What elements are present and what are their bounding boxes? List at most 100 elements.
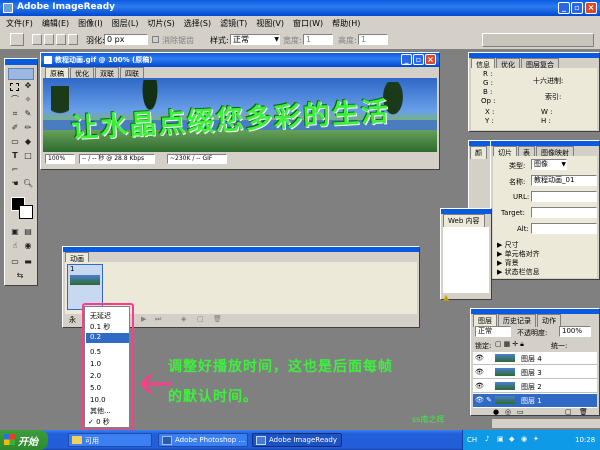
slice-alt-input[interactable]	[531, 223, 597, 234]
taskbar-item-imageready[interactable]: Adobe ImageReady	[252, 433, 342, 447]
canvas-banner[interactable]: 让水晶点缀您多彩的生活	[43, 78, 437, 152]
marquee-tool-icon[interactable]	[10, 83, 19, 91]
menu-file[interactable]: 文件(F)	[6, 19, 33, 28]
tray-icon-security[interactable]: ◆	[509, 435, 514, 443]
layer-row[interactable]: 👁︎ 图层 3	[473, 366, 597, 379]
add-selection-icon[interactable]	[44, 34, 54, 45]
menu-select[interactable]: 选择(S)	[184, 19, 211, 28]
delete-layer-icon[interactable]: 🗑︎	[579, 408, 588, 416]
menu-slice[interactable]: 切片(S)	[147, 19, 174, 28]
doc-maximize-icon[interactable]: ▫	[413, 54, 424, 65]
hand-tool-icon[interactable]: ☚	[10, 179, 20, 189]
intersect-selection-icon[interactable]	[68, 34, 78, 45]
marquee-tool-preset-icon[interactable]	[10, 33, 24, 46]
signature: ss南之辉	[412, 415, 445, 424]
document-title-bar: 教程动画.gif @ 100% (原稿) _ ▫ ×	[41, 53, 439, 67]
height-input[interactable]: 1	[358, 34, 388, 45]
full-screen-icon[interactable]: ▬	[23, 257, 33, 267]
lasso-tool-icon[interactable]: ⌒	[10, 95, 20, 105]
delete-frame-icon[interactable]: 🗑︎	[213, 315, 222, 323]
doc-minimize-icon[interactable]: _	[401, 54, 412, 65]
start-button[interactable]: 开始	[0, 430, 48, 450]
menu-layer[interactable]: 图层(L)	[112, 19, 139, 28]
layer-style-icon[interactable]: ●	[493, 408, 499, 416]
restore-icon[interactable]: ▫	[571, 2, 583, 14]
tray-icon-app[interactable]: ◉	[521, 435, 527, 443]
new-frame-icon[interactable]: ▢	[197, 315, 204, 323]
triangle-right-icon: ▶	[497, 259, 505, 267]
menu-image[interactable]: 图像(I)	[78, 19, 103, 28]
file-size-select[interactable]: ~230K / -- GIF	[167, 154, 227, 164]
tray-icon-network[interactable]: ▣	[497, 435, 504, 443]
zoom-tool-icon[interactable]: 🔍︎	[23, 179, 33, 189]
taskbar-item-photoshop[interactable]: Adobe Photoshop ...	[158, 433, 248, 447]
preview-browser-icon[interactable]: ◉	[23, 241, 33, 251]
move-tool-icon[interactable]: ✥	[23, 81, 33, 91]
toggle-slices-icon[interactable]: ▣	[10, 227, 20, 237]
slice-url-input[interactable]	[531, 191, 597, 202]
slice-target-input[interactable]	[531, 207, 597, 218]
standard-screen-icon[interactable]: ▭	[10, 257, 20, 267]
download-speed-select[interactable]: -- / -- 秒 @ 28.8 Kbps	[79, 154, 155, 164]
slice-tool-icon[interactable]: ✎	[23, 109, 33, 119]
minimize-icon[interactable]: _	[558, 2, 570, 14]
layers-list: 👁︎ 图层 4 👁︎ 图层 3 👁︎ 图层 2 👁︎ ✎ 图层 1	[473, 352, 597, 408]
background-color[interactable]	[19, 205, 33, 219]
subtract-selection-icon[interactable]	[56, 34, 66, 45]
close-icon[interactable]: ×	[585, 2, 597, 14]
tray-icon-misc[interactable]: ✦	[533, 435, 539, 443]
toggle-image-map-icon[interactable]: ▤	[23, 227, 33, 237]
rectangle-tool-icon[interactable]: □	[23, 151, 33, 161]
taskbar-item-folder[interactable]: 可用	[68, 433, 152, 447]
antialias-checkbox[interactable]	[152, 36, 159, 43]
width-input[interactable]: 1	[303, 34, 333, 45]
jump-to-photoshop-icon[interactable]: ⇆	[15, 271, 25, 281]
pencil-tool-icon[interactable]: ✏	[23, 123, 33, 133]
layer-row[interactable]: 👁︎ 图层 2	[473, 380, 597, 393]
layer-row-selected[interactable]: 👁︎ ✎ 图层 1	[473, 394, 597, 407]
fill-tool-icon[interactable]: ◆	[23, 137, 33, 147]
layer-row[interactable]: 👁︎ 图层 4	[473, 352, 597, 365]
play-icon[interactable]: ▶	[141, 315, 146, 323]
tween-icon[interactable]: ◈	[181, 315, 186, 323]
slice-panel: 切片表图像映射 类型: 图像 ▼ 名称: 教程动画_01 URL: Target:…	[490, 140, 600, 280]
feather-input[interactable]: 0 px	[104, 34, 148, 45]
eraser-tool-icon[interactable]: ▭	[10, 137, 20, 147]
text-tool-icon[interactable]: T	[10, 151, 20, 161]
crop-tool-icon[interactable]: ⌗	[10, 109, 20, 119]
menu-window[interactable]: 窗口(W)	[293, 19, 323, 28]
brush-tool-icon[interactable]: ✐	[10, 123, 20, 133]
tab-color[interactable]: 颜	[470, 146, 487, 159]
rollover-preview-icon[interactable]: ☝	[10, 241, 20, 251]
menu-help[interactable]: 帮助(H)	[332, 19, 360, 28]
blend-mode-select[interactable]: 正常	[475, 326, 511, 337]
slice-name-input[interactable]: 教程动画_01	[531, 175, 597, 186]
slice-section-status[interactable]: ▶ 状态栏信息	[497, 267, 540, 277]
new-selection-icon[interactable]	[32, 34, 42, 45]
loop-forever-label[interactable]: 永	[69, 315, 76, 325]
next-frame-icon[interactable]: ⏭	[155, 315, 161, 324]
slice-type-select[interactable]: 图像 ▼	[531, 159, 567, 170]
menu-edit[interactable]: 编辑(E)	[42, 19, 69, 28]
doc-close-icon[interactable]: ×	[425, 54, 436, 65]
lock-icons[interactable]: ▢▦✛🔒︎	[495, 340, 526, 349]
new-layer-icon[interactable]: ▢	[565, 408, 572, 416]
magic-wand-icon[interactable]: ✧	[23, 95, 33, 105]
eye-icon[interactable]: 👁︎	[475, 396, 484, 404]
eyedropper-tool-icon[interactable]: ⌐	[10, 165, 20, 175]
eye-icon[interactable]: 👁︎	[475, 354, 484, 362]
layer-set-icon[interactable]: ▭	[517, 408, 524, 416]
tray-icon-volume[interactable]: ♪	[485, 435, 489, 443]
menu-view[interactable]: 视图(V)	[256, 19, 284, 28]
frame-thumbnail	[70, 275, 100, 285]
layers-footer: ● ◎ ▭ ▢ 🗑︎	[471, 408, 599, 417]
menu-filter[interactable]: 滤镜(T)	[220, 19, 247, 28]
eye-icon[interactable]: 👁︎	[475, 382, 484, 390]
zoom-select[interactable]: 100%	[45, 154, 75, 164]
eye-icon[interactable]: 👁︎	[475, 368, 484, 376]
language-indicator[interactable]: CH	[467, 436, 477, 444]
opacity-input[interactable]: 100%	[559, 326, 591, 337]
style-select[interactable]: 正常 ▼	[230, 34, 280, 45]
tab-web-content[interactable]: Web 内容	[443, 214, 485, 227]
layer-mask-icon[interactable]: ◎	[505, 408, 511, 416]
